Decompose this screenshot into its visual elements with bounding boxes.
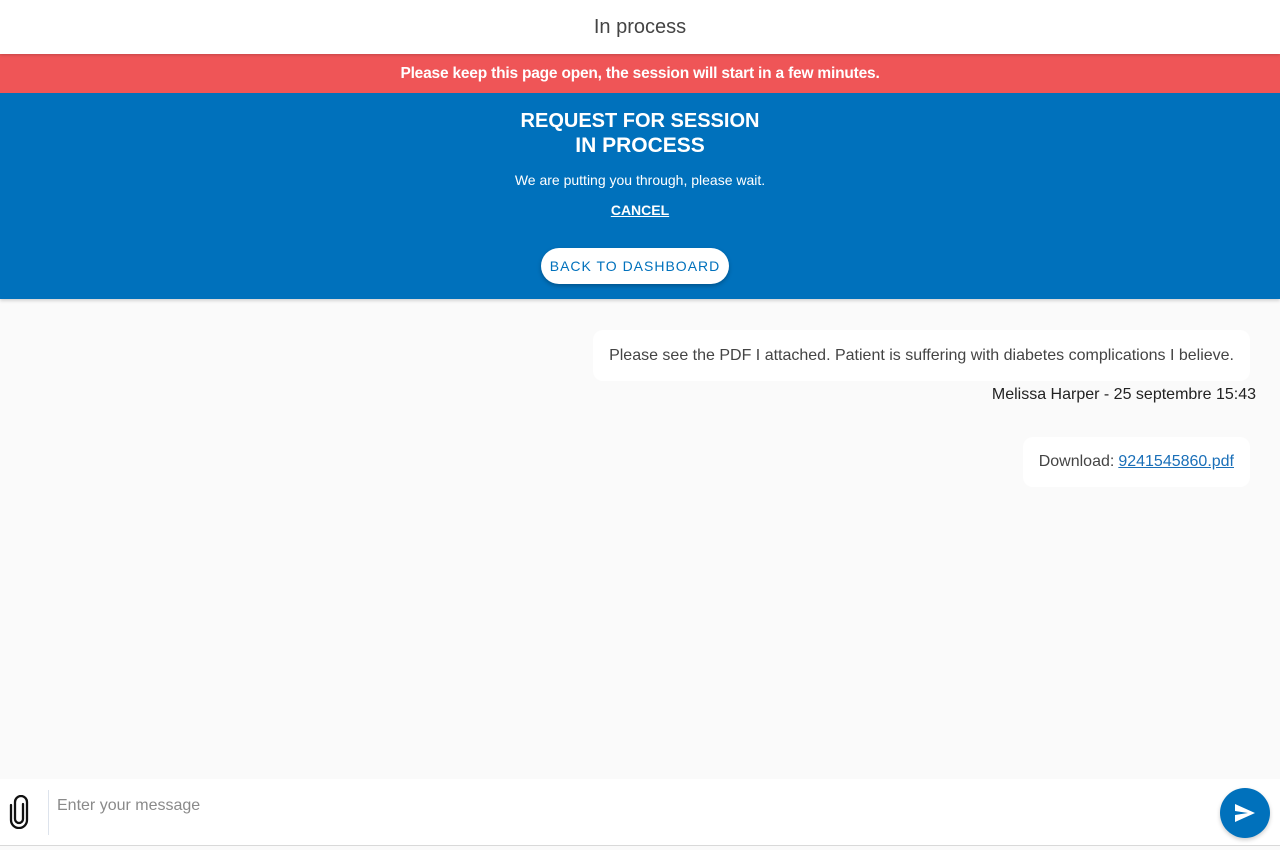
download-label: Download: <box>1038 453 1115 470</box>
alert-banner: Please keep this page open, the session … <box>0 54 1280 93</box>
cancel-link[interactable]: CANCEL <box>0 202 1280 218</box>
back-to-dashboard-button[interactable]: BACK TO DASHBOARD <box>541 248 729 284</box>
app-header: In process <box>0 0 1280 54</box>
chat-messages: Please see the PDF I attached. Patient i… <box>0 299 1280 779</box>
paperclip-icon <box>9 795 29 829</box>
message-composer <box>0 779 1280 846</box>
message-meta: Melissa Harper - 25 septembre 15:43 <box>991 386 1256 403</box>
status-subheading: IN PROCESS <box>575 134 705 157</box>
composer-divider <box>48 790 49 835</box>
session-status-panel: REQUEST FOR SESSION IN PROCESS We are pu… <box>0 93 1280 299</box>
attachment-link[interactable]: 9241545860.pdf <box>1118 453 1234 471</box>
page-title: In process <box>593 15 687 38</box>
alert-text: Please keep this page open, the session … <box>400 64 880 82</box>
message-bubble: Please see the PDF I attached. Patient i… <box>593 330 1250 381</box>
status-heading: REQUEST FOR SESSION <box>520 110 760 132</box>
attachment-bubble: Download: 9241545860.pdf <box>1022 437 1250 487</box>
status-message: We are putting you through, please wait. <box>514 172 766 188</box>
send-button[interactable] <box>1220 788 1270 838</box>
send-icon <box>1235 804 1255 822</box>
attach-button[interactable] <box>4 793 34 831</box>
message-input[interactable] <box>57 791 1197 821</box>
message-text: Please see the PDF I attached. Patient i… <box>609 346 1234 364</box>
